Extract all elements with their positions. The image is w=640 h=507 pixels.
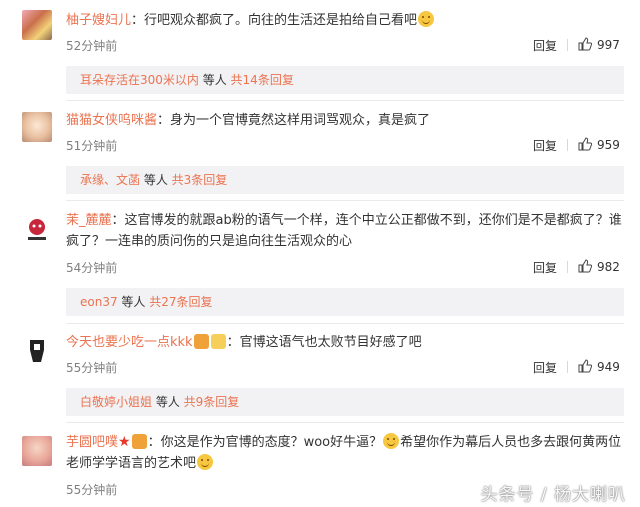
avatar[interactable] [22,112,52,142]
thumbs-up-icon [578,259,592,273]
emoji-badge-icon [131,434,147,449]
comment-text: 芋圆吧噗★ ：你这是作为官博的态度？woo好牛逼？ 希望你作为幕后人员也多去跟何黄两… [66,432,622,474]
reply-count-link[interactable]: 共14条回复 [231,73,294,87]
like-count: 949 [597,360,620,374]
divider [567,139,568,151]
timestamp: 51分钟前 [66,139,118,153]
vip-badge-icon [193,334,209,349]
thumbs-up-icon [578,37,592,51]
like-count: 997 [597,38,620,52]
cat-logo-icon [28,219,46,240]
grin-emoji-icon [197,454,214,470]
like-button[interactable]: 997 [578,37,620,52]
replies-mid-text: 等人 [198,73,231,87]
username-link[interactable]: 猫猫女侠呜咪酱 [66,113,157,128]
like-count: 982 [597,260,620,274]
reply-count-link[interactable]: 共9条回复 [184,395,240,409]
divider [567,39,568,51]
reply-users-link[interactable]: 白敬婷小姐姐 [80,395,152,409]
timestamp: 54分钟前 [66,261,118,275]
comment-divider [66,100,624,101]
replies-mid-text: 等人 [152,395,184,409]
reply-button[interactable]: 回复 [533,259,557,276]
comment-body: ：你这是作为官博的态度？woo好牛逼？ [147,435,383,450]
star-badge-icon: ★ [118,434,131,450]
timestamp: 55分钟前 [66,483,118,497]
replies-mid-text: 等人 [117,295,150,309]
timestamp: 52分钟前 [66,39,118,53]
comment-body: ：身为一个官博竟然这样用词骂观众，真是疯了 [157,113,431,128]
reply-button[interactable]: 回复 [533,359,557,376]
comment-text: 今天也要少吃一点kkk ：官博这语气也太败节目好感了吧 [66,332,622,353]
replies-summary[interactable]: 承缘、文菡 等人 共3条回复 [66,166,624,194]
reply-users-link[interactable]: 承缘、文菡 [80,173,140,187]
thumbs-up-icon [578,137,592,151]
replies-summary[interactable]: eon37 等人 共27条回复 [66,288,624,316]
emoji-badge-icon [210,334,226,349]
figure-avatar-icon [30,340,44,362]
thinking-emoji-icon [418,11,435,27]
avatar[interactable] [22,436,52,466]
avatar[interactable] [22,10,52,40]
replies-summary[interactable]: 耳朵存活在300米以内 等人 共14条回复 [66,66,624,94]
watermark: 头条号 / 杨大喇叭 [480,485,626,505]
thumbs-up-emoji-icon [383,433,400,449]
username-link[interactable]: 柚子嫂妇儿 [66,13,131,28]
comment-divider [66,200,624,201]
username-link[interactable]: 今天也要少吃一点kkk [66,335,193,350]
comment-divider [66,323,624,324]
like-count: 959 [597,138,620,152]
reply-count-link[interactable]: 共3条回复 [172,173,228,187]
comment-body: ：这官博发的就跟ab粉的语气一个样，连个中立公正都做不到，还你们是不是都疯了？谁… [66,213,622,249]
comment-body: ：官博这语气也太败节目好感了吧 [226,335,422,350]
reply-users-link[interactable]: eon37 [80,295,118,309]
timestamp: 55分钟前 [66,361,118,375]
reply-count-link[interactable]: 共27条回复 [149,295,212,309]
comment-text: 猫猫女侠呜咪酱：身为一个官博竟然这样用词骂观众，真是疯了 [66,110,622,131]
like-button[interactable]: 982 [578,259,620,274]
like-button[interactable]: 959 [578,137,620,152]
avatar[interactable] [22,214,52,244]
reply-users-link[interactable]: 耳朵存活在300米以内 [80,73,199,87]
divider [567,261,568,273]
like-button[interactable]: 949 [578,359,620,374]
thumbs-up-icon [578,359,592,373]
reply-button[interactable]: 回复 [533,137,557,154]
username-link[interactable]: 芋圆吧噗 [66,435,118,450]
reply-button[interactable]: 回复 [533,37,557,54]
avatar[interactable] [22,336,52,366]
username-link[interactable]: 茉_麓麓 [66,213,112,228]
replies-mid-text: 等人 [140,173,172,187]
comment-feed: { "comments": [ { "user": "柚子嫂妇儿", "text… [0,0,640,507]
divider [567,361,568,373]
comment-text: 茉_麓麓：这官博发的就跟ab粉的语气一个样，连个中立公正都做不到，还你们是不是都… [66,210,622,252]
comment-body: ：行吧观众都疯了。向往的生活还是拍给自己看吧 [131,13,418,28]
replies-summary[interactable]: 白敬婷小姐姐 等人 共9条回复 [66,388,624,416]
comment-text: 柚子嫂妇儿：行吧观众都疯了。向往的生活还是拍给自己看吧 [66,10,622,31]
comment-divider [66,422,624,423]
